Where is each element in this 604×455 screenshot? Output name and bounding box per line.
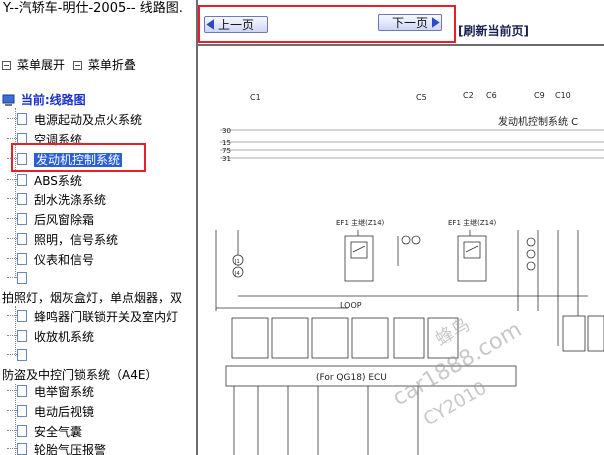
menu-item-label: 后风窗除霜	[34, 213, 95, 227]
menu-item-air-conditioning[interactable]: 空调系统	[7, 132, 83, 148]
menu-item-label: 电动后视镜	[34, 405, 95, 419]
diagram-row-label: 75	[222, 147, 231, 155]
diagram-col-label: C9	[534, 91, 545, 100]
tree-guide-line	[15, 306, 16, 356]
page-nav-bar: 上一页 下一页 [刷新当前页]	[198, 0, 604, 44]
menu-item-abs[interactable]: ABS系统	[7, 173, 82, 189]
document-icon	[7, 310, 27, 322]
left-menu-frame: Y--汽轿车-明仕-2005-- 线路图. 菜单展开 菜单折叠 当前:线路图 电…	[0, 0, 198, 455]
document-icon	[7, 443, 27, 455]
menu-item-engine-control[interactable]: 发动机控制系统	[7, 152, 123, 168]
menu-item-label: 空调系统	[34, 133, 83, 147]
junction-circles	[232, 235, 536, 278]
menu-item-power-mirror[interactable]: 电动后视镜	[7, 404, 95, 420]
menu-expand-link[interactable]: 菜单展开	[2, 57, 65, 73]
menu-item-wiper-washer[interactable]: 刮水洗涤系统	[7, 192, 107, 208]
document-icon	[7, 272, 27, 284]
tree-root[interactable]: 当前:线路图	[2, 92, 86, 108]
computer-icon	[2, 94, 15, 106]
arrow-right-icon	[432, 17, 440, 28]
menu-item-label: 轮胎气压报警	[34, 443, 107, 455]
diagram-row-label: 15	[222, 139, 231, 147]
menu-item-label: 刮水洗涤系统	[34, 193, 107, 207]
arrow-left-icon	[206, 19, 214, 30]
menu-item-label: 安全气囊	[34, 425, 83, 439]
next-page-button[interactable]: 下一页	[378, 14, 442, 31]
menu-expand-label: 菜单展开	[17, 58, 66, 72]
tree-guide-line	[15, 384, 16, 455]
menu-item-rear-defrost[interactable]: 后风窗除霜	[7, 212, 95, 228]
menu-item-lighting-signal[interactable]: 照明，信号系统	[7, 232, 119, 248]
power-rails	[220, 129, 604, 159]
prev-page-button[interactable]: 上一页	[204, 16, 268, 33]
document-icon	[7, 113, 27, 125]
menu-item-label: 蜂鸣器门联锁开关及室内灯	[34, 310, 179, 324]
document-icon	[7, 153, 27, 165]
diagram-col-label: C1	[250, 93, 261, 102]
document-icon	[7, 253, 27, 265]
relay-right	[457, 235, 487, 282]
menu-item-label: 电源起动及点火系统	[34, 113, 143, 127]
document-icon	[7, 233, 27, 245]
menu-item-label: 电举窗系统	[34, 385, 95, 399]
menu-item-label: 收放机系统	[34, 330, 95, 344]
document-icon	[7, 385, 27, 397]
wiring-diagram: C1 C5 C2 C6 C9 C10 发动机控制系统 C 30 15 75 31…	[198, 46, 604, 455]
diagram-junction-label: J4	[234, 271, 240, 277]
document-title: Y--汽轿车-明仕-2005-- 线路图.	[3, 1, 183, 16]
diagram-col-label: C5	[416, 93, 427, 102]
document-icon	[7, 425, 27, 437]
tree-root-label: 当前:线路图	[20, 93, 86, 107]
menu-item-tire-pressure[interactable]: 轮胎气压报警	[7, 442, 107, 455]
next-page-label: 下一页	[391, 16, 428, 30]
menu-item-airbag[interactable]: 安全气囊	[7, 424, 83, 440]
refresh-page-link[interactable]: [刷新当前页]	[458, 22, 529, 39]
collapse-box-icon	[72, 60, 82, 70]
menu-item-power-ignition[interactable]: 电源起动及点火系统	[7, 112, 143, 128]
diagram-loop-label: LOOP	[340, 301, 362, 310]
diagram-col-label: C2	[463, 91, 474, 100]
expand-box-icon	[2, 60, 11, 70]
menu-item-plate-lamp[interactable]: 拍照灯，烟灰盒灯，单点烟器，双	[2, 290, 182, 306]
relay-left	[344, 235, 374, 282]
menu-item-antitheft-lock[interactable]: 防盗及中控门锁系统（A4E）	[2, 367, 157, 383]
diagram-row-label: 30	[222, 127, 231, 135]
document-icon	[7, 174, 27, 186]
menu-item-label: 仪表和信号	[34, 253, 95, 267]
diagram-ecu-label: (For QG18) ECU	[316, 373, 387, 383]
document-icon	[7, 330, 27, 342]
document-icon	[7, 405, 27, 417]
menu-item-blank-2[interactable]	[7, 348, 34, 364]
prev-page-label: 上一页	[217, 18, 254, 32]
menu-item-label: 发动机控制系统	[34, 153, 123, 167]
menu-item-label: 照明，信号系统	[34, 233, 119, 247]
menu-collapse-link[interactable]: 菜单折叠	[72, 57, 136, 73]
document-icon	[7, 133, 27, 145]
diagram-junction-label: J1	[234, 259, 240, 265]
menu-toggle-bar: 菜单展开 菜单折叠	[2, 57, 140, 74]
tree-guide-line	[15, 108, 16, 278]
menu-collapse-label: 菜单折叠	[87, 58, 136, 72]
document-icon	[7, 213, 27, 225]
menu-item-instrument-signal[interactable]: 仪表和信号	[7, 252, 95, 268]
menu-item-blank-1[interactable]	[7, 271, 34, 287]
menu-item-radio-system[interactable]: 收放机系统	[7, 329, 95, 345]
document-icon	[7, 349, 27, 361]
diagram-fuse-label: EF1 主继(Z14)	[448, 218, 497, 227]
right-content-frame: 上一页 下一页 [刷新当前页] C1 C5 C2 C6 C9 C10 发动机控制…	[198, 0, 604, 455]
diagram-system-title: 发动机控制系统 C	[498, 115, 578, 128]
menu-item-label: ABS系统	[34, 174, 82, 188]
diagram-col-label: C6	[486, 91, 497, 100]
menu-item-power-window[interactable]: 电举窗系统	[7, 384, 95, 400]
menu-item-buzzer-door-lamp[interactable]: 蜂鸣器门联锁开关及室内灯	[7, 309, 179, 325]
module-boxes	[231, 315, 604, 359]
diagram-col-label: C10	[555, 91, 571, 100]
document-icon	[7, 193, 27, 205]
diagram-fuse-label: EF1 主继(Z14)	[336, 218, 385, 227]
diagram-row-label: 31	[222, 155, 231, 163]
